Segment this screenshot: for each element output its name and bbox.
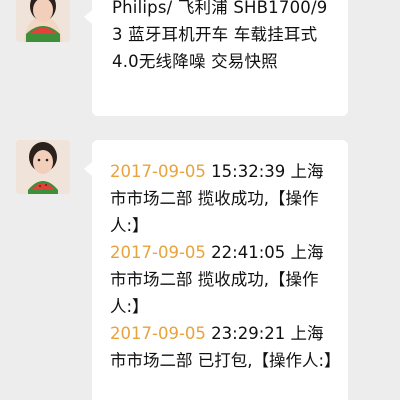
tracking-date-link[interactable]: 2017-09-05 bbox=[110, 162, 206, 181]
sender-avatar[interactable] bbox=[16, 140, 70, 194]
tracking-time: 23:29:21 bbox=[211, 324, 286, 343]
tracking-time: 22:41:05 bbox=[211, 243, 286, 262]
product-message-bubble[interactable]: Philips/ 飞利浦 SHB1700/93 蓝牙耳机开车 车载挂耳式4.0无… bbox=[84, 0, 348, 116]
tracking-time: 15:32:39 bbox=[211, 162, 286, 181]
avatar-photo-icon bbox=[16, 0, 70, 42]
avatar-photo-icon bbox=[16, 140, 70, 194]
tracking-entry: 2017-09-05 23:29:21 上海市市场二部 已打包,【操作人:】 bbox=[110, 320, 341, 374]
tracking-entry: 2017-09-05 15:32:39 上海市市场二部 揽收成功,【操作人:】 bbox=[110, 158, 334, 239]
tracking-date-link[interactable]: 2017-09-05 bbox=[110, 243, 206, 262]
sender-avatar[interactable] bbox=[16, 0, 70, 42]
product-message-text: Philips/ 飞利浦 SHB1700/93 蓝牙耳机开车 车载挂耳式4.0无… bbox=[112, 0, 328, 71]
tracking-entry: 2017-09-05 22:41:05 上海市市场二部 揽收成功,【操作人:】 bbox=[110, 239, 334, 320]
tracking-message-bubble[interactable]: 2017-09-05 15:32:39 上海市市场二部 揽收成功,【操作人:】 … bbox=[84, 140, 348, 400]
tracking-date-link[interactable]: 2017-09-05 bbox=[110, 324, 206, 343]
chat-screen: Philips/ 飞利浦 SHB1700/93 蓝牙耳机开车 车载挂耳式4.0无… bbox=[0, 0, 400, 400]
